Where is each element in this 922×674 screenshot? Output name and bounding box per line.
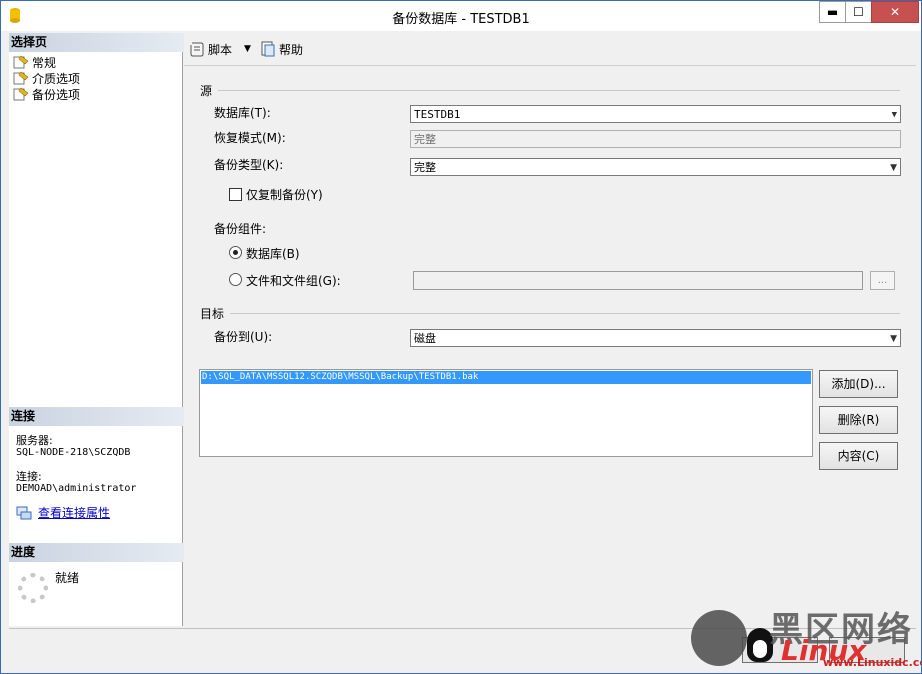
copy-only-label: 仅复制备份(Y) <box>246 188 323 202</box>
page-icon <box>13 55 29 69</box>
add-destination-button[interactable]: 添加(D)... <box>819 370 898 398</box>
component-database-radio[interactable] <box>229 246 242 259</box>
connection-label: 连接: <box>16 470 42 483</box>
page-item-media-options[interactable]: 介质选项 <box>13 70 80 86</box>
progress-header: 进度 <box>9 543 184 562</box>
page-item-label: 备份选项 <box>32 87 81 102</box>
filegroup-textbox <box>413 271 863 290</box>
page-item-label: 介质选项 <box>32 71 81 86</box>
recovery-model-label: 恢复模式(M): <box>214 131 286 145</box>
chevron-down-icon: ▼ <box>890 334 897 344</box>
component-files-label: 文件和文件组(G): <box>246 274 341 288</box>
backup-component-label: 备份组件: <box>214 222 267 236</box>
server-value: SQL-NODE-218\SCZQDB <box>16 447 131 458</box>
page-item-backup-options[interactable]: 备份选项 <box>13 86 80 102</box>
progress-spinner-icon <box>18 573 48 603</box>
database-select[interactable]: TESTDB1 ▼ <box>410 105 901 123</box>
filegroup-browse-button: ... <box>870 271 895 290</box>
backup-type-select[interactable]: 完整 ▼ <box>410 158 901 176</box>
help-button[interactable]: 帮助 <box>260 39 303 59</box>
page-icon <box>13 71 29 85</box>
page-icon <box>13 87 29 101</box>
backup-type-label: 备份类型(K): <box>214 158 284 172</box>
maximize-button[interactable]: ☐ <box>845 1 872 23</box>
left-panel: 选择页 常规 介质选项 备份选项 连接 服务器: SQL-NODE-218\SC… <box>9 33 184 626</box>
title-bar: 备份数据库 - TESTDB1 ▬ ☐ ✕ <box>1 1 921 31</box>
close-button[interactable]: ✕ <box>871 1 919 23</box>
script-icon <box>190 42 204 57</box>
backup-database-window: 备份数据库 - TESTDB1 ▬ ☐ ✕ 选择页 常规 介质选项 备份选项 连… <box>0 0 922 674</box>
server-label: 服务器: <box>16 434 53 447</box>
backup-to-label: 备份到(U): <box>214 330 273 344</box>
database-value: TESTDB1 <box>414 108 461 121</box>
watermark-logo: 黑区网络 Linux www.Linuxidc.com <box>691 606 921 673</box>
help-label: 帮助 <box>279 42 304 57</box>
minimize-button[interactable]: ▬ <box>819 1 846 23</box>
window-title: 备份数据库 - TESTDB1 <box>392 12 530 27</box>
connection-header: 连接 <box>9 407 184 426</box>
toolbar: 脚本 ▼ 帮助 <box>184 33 916 66</box>
recovery-model-field: 完整 <box>410 130 901 148</box>
help-icon <box>261 41 275 57</box>
source-group-label: 源 <box>200 84 213 98</box>
destination-group-label: 目标 <box>200 307 225 321</box>
connection-properties-icon <box>16 506 32 520</box>
page-item-general[interactable]: 常规 <box>13 54 56 70</box>
copy-only-checkbox[interactable] <box>229 188 242 201</box>
backup-type-value: 完整 <box>414 161 436 174</box>
view-connection-link[interactable]: 查看连接属性 <box>38 507 110 519</box>
database-label: 数据库(T): <box>214 106 271 120</box>
select-page-header: 选择页 <box>9 33 184 52</box>
general-page-form: 源 数据库(T): TESTDB1 ▼ 恢复模式(M): 完整 备份类型(K):… <box>184 67 916 626</box>
remove-destination-button[interactable]: 删除(R) <box>819 406 898 434</box>
backup-destination-list[interactable]: D:\SQL_DATA\MSSQL12.SCZQDB\MSSQL\Backup\… <box>199 369 813 457</box>
list-item[interactable]: D:\SQL_DATA\MSSQL12.SCZQDB\MSSQL\Backup\… <box>201 371 811 384</box>
watermark-circle-icon <box>691 610 747 666</box>
view-connection-properties[interactable]: 查看连接属性 <box>16 506 110 520</box>
source-divider <box>218 90 900 91</box>
watermark-url: www.Linuxidc.com <box>823 656 921 669</box>
progress-status: 就绪 <box>55 571 80 585</box>
destination-divider <box>230 313 900 314</box>
chevron-down-icon: ▼ <box>891 110 897 120</box>
backup-to-value: 磁盘 <box>414 332 436 345</box>
contents-button[interactable]: 内容(C) <box>819 442 898 470</box>
backup-to-select[interactable]: 磁盘 ▼ <box>410 329 901 347</box>
script-label: 脚本 <box>208 42 233 57</box>
page-item-label: 常规 <box>32 55 57 70</box>
recovery-model-value: 完整 <box>414 133 436 146</box>
component-files-radio[interactable] <box>229 273 242 286</box>
connection-value: DEMOAD\administrator <box>16 483 137 494</box>
script-dropdown-icon[interactable]: ▼ <box>244 44 251 54</box>
component-database-label: 数据库(B) <box>246 247 300 261</box>
chevron-down-icon: ▼ <box>890 163 897 173</box>
script-button[interactable]: 脚本 ▼ <box>189 39 251 59</box>
